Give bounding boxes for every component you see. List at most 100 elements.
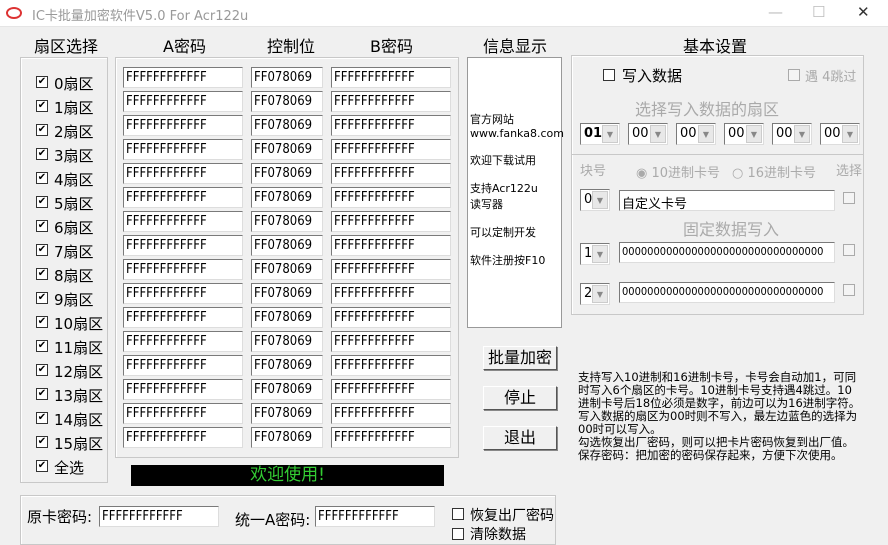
sector-label: 7扇区: [54, 243, 94, 261]
a-key-input[interactable]: FFFFFFFFFFFF: [123, 139, 243, 160]
a-key-input[interactable]: FFFFFFFFFFFF: [123, 187, 243, 208]
sector-checkbox[interactable]: ✔: [36, 436, 48, 448]
control-bits-input[interactable]: FF078069: [251, 355, 323, 376]
stop-button[interactable]: 停止: [483, 386, 557, 410]
select-all-checkbox[interactable]: ✔: [36, 460, 48, 472]
block0-checkbox[interactable]: [843, 192, 855, 204]
block1-checkbox[interactable]: [843, 244, 855, 256]
control-bits-input[interactable]: FF078069: [251, 283, 323, 304]
b-key-input[interactable]: FFFFFFFFFFFF: [331, 427, 451, 448]
sector-checkbox[interactable]: ✔: [36, 244, 48, 256]
block2-select[interactable]: 2 ▼: [580, 283, 610, 305]
sector-checkbox[interactable]: ✔: [36, 148, 48, 160]
write-sector-select[interactable]: 01 ▼: [580, 123, 620, 145]
control-bits-input[interactable]: FF078069: [251, 163, 323, 184]
control-bits-input[interactable]: FF078069: [251, 187, 323, 208]
close-button[interactable]: ✕: [857, 3, 870, 21]
custom-card-input[interactable]: 自定义卡号: [619, 190, 835, 211]
settings-group: [571, 55, 864, 315]
b-key-input[interactable]: FFFFFFFFFFFF: [331, 355, 451, 376]
b-key-input[interactable]: FFFFFFFFFFFF: [331, 259, 451, 280]
b-key-input[interactable]: FFFFFFFFFFFF: [331, 115, 451, 136]
write-sector-select[interactable]: 00 ▼: [772, 123, 812, 145]
block0-select[interactable]: 0 ▼: [580, 189, 610, 211]
a-key-input[interactable]: FFFFFFFFFFFF: [123, 379, 243, 400]
a-key-input[interactable]: FFFFFFFFFFFF: [123, 307, 243, 328]
block1-data-input[interactable]: 00000000000000000000000000000000: [619, 242, 835, 263]
a-key-input[interactable]: FFFFFFFFFFFF: [123, 331, 243, 352]
a-key-input[interactable]: FFFFFFFFFFFF: [123, 67, 243, 88]
skip4-checkbox[interactable]: [788, 69, 800, 81]
control-bits-input[interactable]: FF078069: [251, 115, 323, 136]
b-key-input[interactable]: FFFFFFFFFFFF: [331, 331, 451, 352]
unified-key-input[interactable]: FFFFFFFFFFFF: [315, 506, 435, 527]
a-key-input[interactable]: FFFFFFFFFFFF: [123, 259, 243, 280]
sector-checkbox[interactable]: ✔: [36, 316, 48, 328]
minimize-button[interactable]: —: [768, 3, 783, 21]
write-sector-select[interactable]: 00 ▼: [820, 123, 860, 145]
write-sector-select[interactable]: 00 ▼: [628, 123, 668, 145]
orig-key-input[interactable]: FFFFFFFFFFFF: [99, 506, 219, 527]
write-sector-select[interactable]: 00 ▼: [724, 123, 764, 145]
sector-checkbox[interactable]: ✔: [36, 220, 48, 232]
clear-checkbox[interactable]: [452, 528, 464, 540]
b-key-input[interactable]: FFFFFFFFFFFF: [331, 163, 451, 184]
app-logo-icon: [6, 7, 22, 19]
sector-checkbox[interactable]: ✔: [36, 364, 48, 376]
restore-checkbox[interactable]: [452, 508, 464, 520]
a-key-input[interactable]: FFFFFFFFFFFF: [123, 211, 243, 232]
b-key-input[interactable]: FFFFFFFFFFFF: [331, 187, 451, 208]
dec-label: 10进制卡号: [651, 166, 721, 181]
sector-checkbox[interactable]: ✔: [36, 124, 48, 136]
a-key-input[interactable]: FFFFFFFFFFFF: [123, 427, 243, 448]
b-key-input[interactable]: FFFFFFFFFFFF: [331, 235, 451, 256]
b-key-input[interactable]: FFFFFFFFFFFF: [331, 67, 451, 88]
exit-button[interactable]: 退出: [483, 426, 557, 450]
b-key-input[interactable]: FFFFFFFFFFFF: [331, 379, 451, 400]
batch-encrypt-button[interactable]: 批量加密: [483, 346, 557, 370]
chevron-down-icon: ▼: [592, 191, 608, 209]
write-data-checkbox[interactable]: [603, 69, 615, 81]
b-key-input[interactable]: FFFFFFFFFFFF: [331, 307, 451, 328]
a-key-input[interactable]: FFFFFFFFFFFF: [123, 283, 243, 304]
write-sector-select[interactable]: 00 ▼: [676, 123, 716, 145]
sector-checkbox[interactable]: ✔: [36, 100, 48, 112]
b-key-input[interactable]: FFFFFFFFFFFF: [331, 139, 451, 160]
a-key-input[interactable]: FFFFFFFFFFFF: [123, 163, 243, 184]
write-data-label: 写入数据: [622, 67, 683, 85]
sector-checkbox[interactable]: ✔: [36, 76, 48, 88]
hex-radio[interactable]: ○ 16进制卡号: [732, 162, 816, 181]
a-key-input[interactable]: FFFFFFFFFFFF: [123, 115, 243, 136]
control-bits-input[interactable]: FF078069: [251, 427, 323, 448]
b-key-input[interactable]: FFFFFFFFFFFF: [331, 283, 451, 304]
sector-checkbox[interactable]: ✔: [36, 196, 48, 208]
a-key-input[interactable]: FFFFFFFFFFFF: [123, 235, 243, 256]
dec-radio[interactable]: ◉ 10进制卡号: [636, 162, 720, 181]
control-bits-input[interactable]: FF078069: [251, 67, 323, 88]
a-key-input[interactable]: FFFFFFFFFFFF: [123, 403, 243, 424]
control-bits-input[interactable]: FF078069: [251, 403, 323, 424]
a-key-input[interactable]: FFFFFFFFFFFF: [123, 91, 243, 112]
block2-checkbox[interactable]: [843, 284, 855, 296]
sector-checkbox[interactable]: ✔: [36, 412, 48, 424]
control-bits-input[interactable]: FF078069: [251, 259, 323, 280]
b-key-input[interactable]: FFFFFFFFFFFF: [331, 211, 451, 232]
sector-checkbox[interactable]: ✔: [36, 340, 48, 352]
control-bits-input[interactable]: FF078069: [251, 307, 323, 328]
control-bits-input[interactable]: FF078069: [251, 235, 323, 256]
b-key-input[interactable]: FFFFFFFFFFFF: [331, 403, 451, 424]
sector-checkbox[interactable]: ✔: [36, 388, 48, 400]
block1-select[interactable]: 1 ▼: [580, 243, 610, 265]
a-key-input[interactable]: FFFFFFFFFFFF: [123, 355, 243, 376]
b-key-input[interactable]: FFFFFFFFFFFF: [331, 91, 451, 112]
sector-checkbox[interactable]: ✔: [36, 268, 48, 280]
block2-data-input[interactable]: 00000000000000000000000000000000: [619, 282, 835, 303]
control-bits-input[interactable]: FF078069: [251, 331, 323, 352]
sector-checkbox[interactable]: ✔: [36, 172, 48, 184]
control-bits-input[interactable]: FF078069: [251, 211, 323, 232]
control-bits-input[interactable]: FF078069: [251, 379, 323, 400]
control-bits-input[interactable]: FF078069: [251, 91, 323, 112]
sector-checkbox[interactable]: ✔: [36, 292, 48, 304]
maximize-button[interactable]: ☐: [812, 3, 825, 21]
control-bits-input[interactable]: FF078069: [251, 139, 323, 160]
